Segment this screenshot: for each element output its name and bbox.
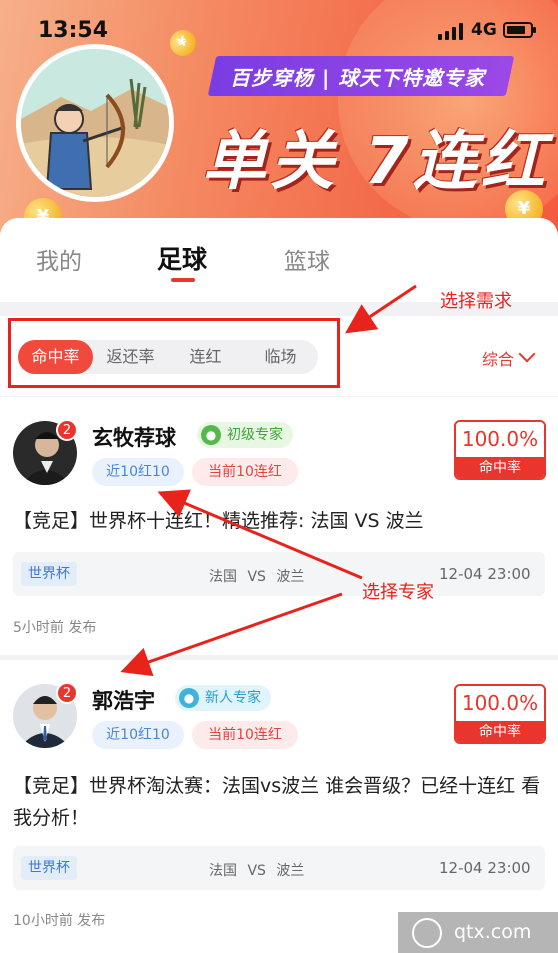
app-screen: ¥ ¥ ¥ 百步穿杨 | 球天下特邀专家 单关 7连红 13:54 4G 我的 …	[0, 0, 558, 953]
watermark: qtx.com	[398, 912, 558, 953]
watermark-text: qtx.com	[454, 921, 532, 943]
annotation-choose-expert: 选择专家	[362, 582, 434, 603]
annotation-arrows	[120, 284, 417, 677]
annotation-choose-need: 选择需求	[440, 291, 512, 312]
watermark-logo-icon	[412, 918, 442, 948]
